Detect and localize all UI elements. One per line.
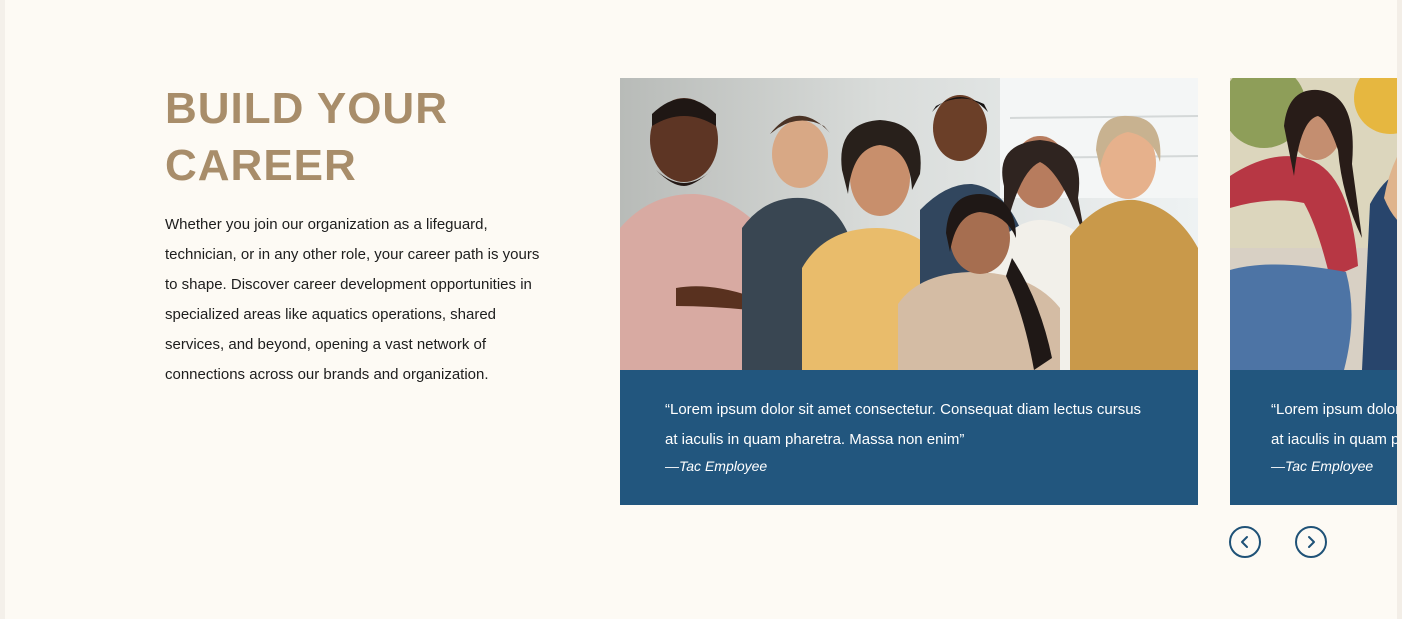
chevron-left-icon: [1241, 536, 1248, 548]
career-section: BUILD YOUR CAREER Whether you join our o…: [5, 0, 1397, 619]
right-edge-strip: [1397, 0, 1402, 619]
testimonial-card: “Lorem ipsum dolor sit amet consectetur.…: [1230, 78, 1397, 505]
smiling-woman-sitting-outdoors-photo: [1230, 78, 1397, 370]
section-description: Whether you join our organization as a l…: [165, 216, 540, 383]
group-of-smiling-employees-photo: [620, 78, 1198, 370]
quote-panel: “Lorem ipsum dolor sit amet consectetur.…: [620, 370, 1198, 505]
quote-panel: “Lorem ipsum dolor sit amet consectetur.…: [1230, 370, 1397, 505]
previous-slide-button[interactable]: [1229, 526, 1261, 558]
next-slide-button[interactable]: [1295, 526, 1327, 558]
testimonial-attribution: —Tac Employee: [665, 458, 768, 474]
testimonial-quote: “Lorem ipsum dolor sit amet consectetur.…: [1271, 401, 1397, 448]
section-heading: BUILD YOUR CAREER: [165, 84, 448, 190]
chevron-right-icon: [1308, 536, 1315, 548]
testimonial-attribution: —Tac Employee: [1271, 458, 1374, 474]
testimonial-quote: “Lorem ipsum dolor sit amet consectetur.…: [665, 401, 1142, 448]
testimonial-card: “Lorem ipsum dolor sit amet consectetur.…: [620, 78, 1198, 505]
